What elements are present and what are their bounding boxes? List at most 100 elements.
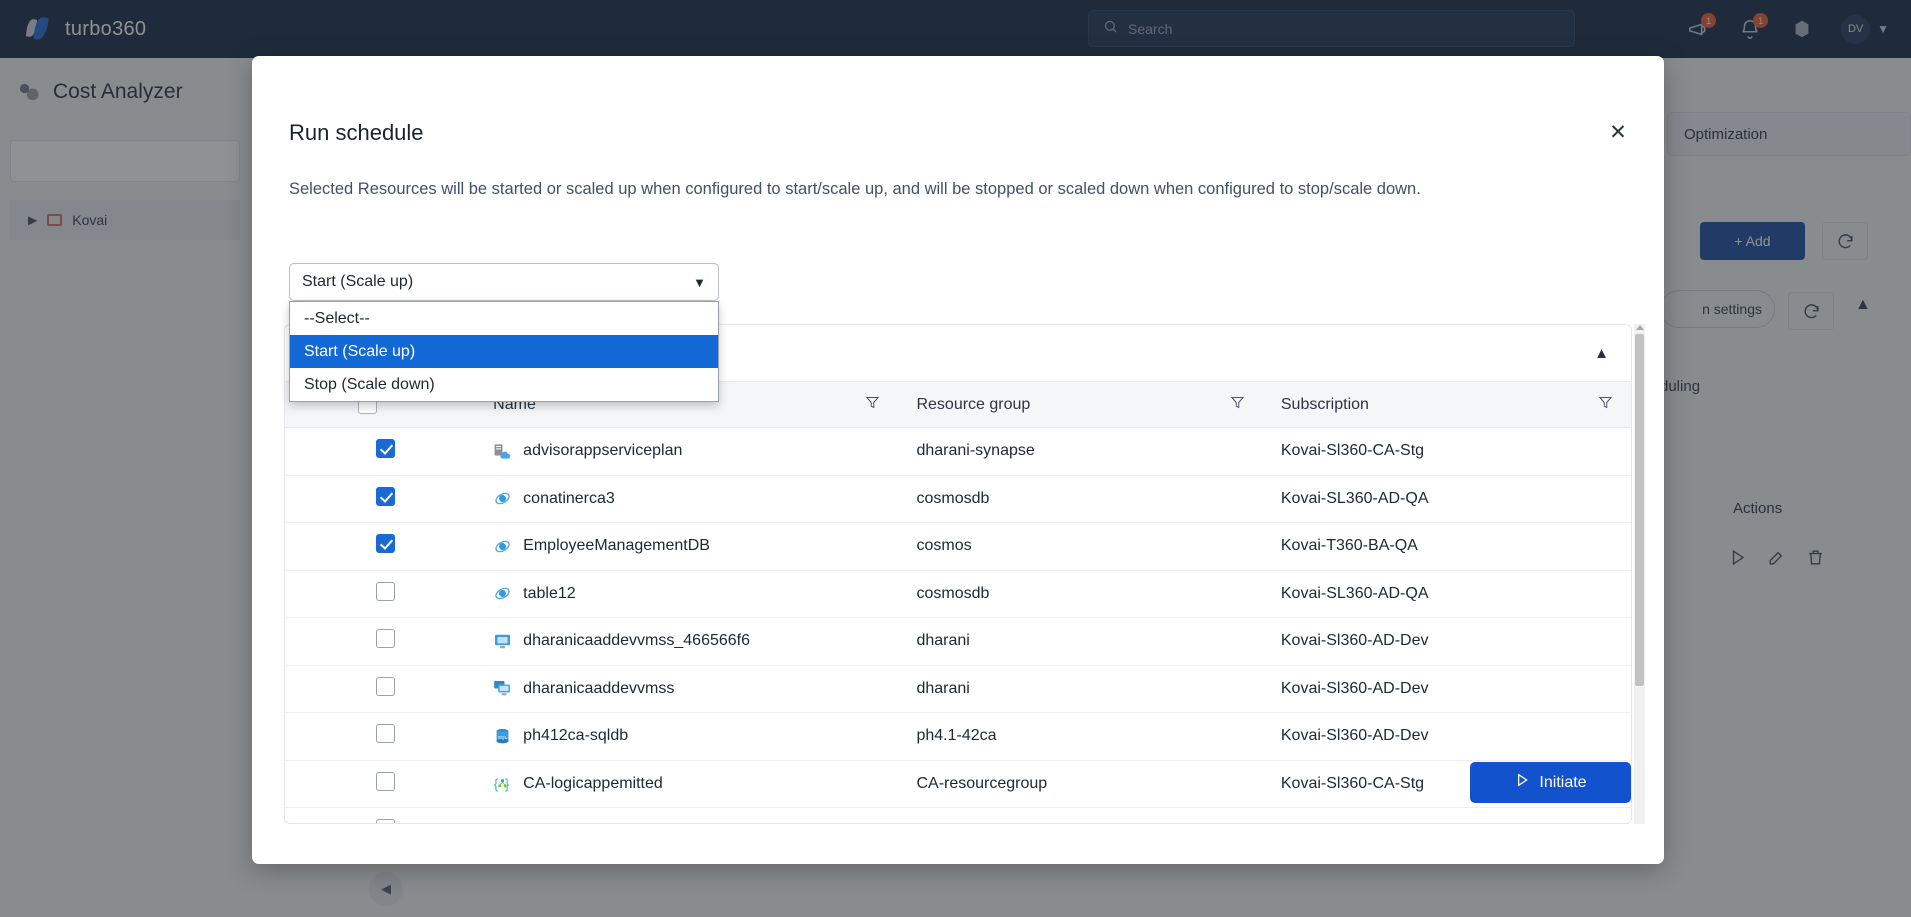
row-checkbox-cell xyxy=(285,617,476,666)
row-subscription-cell: Kovai-SL360-AD-QA xyxy=(1262,570,1631,618)
elastic-pool-icon xyxy=(493,822,512,823)
row-name-label: dharanicaaddevvmss_466566f6 xyxy=(523,632,750,650)
row-subscription-label: Kovai-SL360-AD-QA xyxy=(1280,489,1429,507)
row-resource-group-label: cosmosdb xyxy=(916,584,990,602)
row-subscription-cell: Kovai-Sl360-AD-Dev xyxy=(1262,665,1631,713)
schedule-action-select[interactable]: Start (Scale up) ▼ xyxy=(289,263,719,301)
row-name-cell: table12 xyxy=(475,570,899,618)
resources-scrollbar[interactable] xyxy=(1634,324,1645,824)
run-schedule-modal: Run schedule ✕ Selected Resources will b… xyxy=(252,56,1664,864)
row-resource-group-label: cosmos xyxy=(916,537,972,555)
row-checkbox[interactable] xyxy=(376,534,395,554)
svg-text:}: } xyxy=(505,777,510,792)
row-checkbox-cell xyxy=(285,570,476,618)
row-checkbox-cell xyxy=(285,712,476,761)
app-service-plan-icon xyxy=(493,442,512,461)
row-name-cell: SQL ph412ca-sqldb xyxy=(475,712,899,761)
row-resource-group-label: cosmosdb xyxy=(916,489,990,507)
row-resource-group-cell: cosmosdb xyxy=(898,475,1263,523)
row-checkbox[interactable] xyxy=(376,581,395,601)
table-row[interactable]: { } CA-logicappemitted CA-resourcegroup … xyxy=(285,760,1631,808)
row-checkbox-cell xyxy=(285,665,476,713)
table-row[interactable]: elasticpoolcaaa Elasticpool Kovai-SL360-… xyxy=(285,807,1631,823)
sql-database-icon: SQL xyxy=(493,727,512,746)
row-name-cell: advisorappserviceplan xyxy=(475,427,899,476)
option-select-placeholder[interactable]: --Select-- xyxy=(290,302,718,335)
modal-title: Run schedule xyxy=(289,120,424,145)
row-checkbox-cell xyxy=(285,427,476,476)
header-subscription: Subscription xyxy=(1262,381,1631,428)
schedule-action-value: Start (Scale up) xyxy=(302,273,414,290)
initiate-button-label: Initiate xyxy=(1539,773,1587,791)
row-resource-group-cell: CA-resourcegroup xyxy=(898,760,1263,808)
svg-text:SQL: SQL xyxy=(498,735,508,741)
filter-icon[interactable] xyxy=(865,395,880,415)
row-checkbox[interactable] xyxy=(376,676,395,696)
chevron-down-icon: ▼ xyxy=(693,274,706,290)
chevron-up-icon[interactable]: ▲ xyxy=(1594,345,1609,362)
row-resource-group-label: dharani xyxy=(916,679,970,697)
filter-icon[interactable] xyxy=(1230,395,1245,415)
row-resource-group-label: ph4.1-42ca xyxy=(916,727,997,745)
row-name-cell: EmployeeManagementDB xyxy=(475,522,899,571)
row-checkbox-cell xyxy=(285,807,476,823)
initiate-button[interactable]: Initiate xyxy=(1470,762,1631,803)
row-name-label: conatinerca3 xyxy=(523,489,615,507)
row-resource-group-cell: dharani-synapse xyxy=(898,427,1263,476)
schedule-action-options[interactable]: --Select-- Start (Scale up) Stop (Scale … xyxy=(289,301,719,402)
table-row[interactable]: dharanicaaddevvmss dharani Kovai-Sl360-A… xyxy=(285,665,1631,713)
option-stop-scale-down[interactable]: Stop (Scale down) xyxy=(290,368,718,401)
row-name-label: CA-logicappemitted xyxy=(523,774,663,792)
row-subscription-cell: Kovai-SL360-AD-QA xyxy=(1262,807,1631,823)
row-resource-group-cell: dharani xyxy=(898,665,1263,713)
row-name-label: EmployeeManagementDB xyxy=(523,537,710,555)
table-row[interactable]: advisorappserviceplan dharani-synapse Ko… xyxy=(285,427,1631,476)
table-row[interactable]: dharanicaaddevvmss_466566f6 dharani Kova… xyxy=(285,617,1631,666)
resources-table-body: advisorappserviceplan dharani-synapse Ko… xyxy=(285,427,1631,823)
row-checkbox[interactable] xyxy=(376,486,395,506)
option-start-scale-up[interactable]: Start (Scale up) xyxy=(290,335,718,368)
row-resource-group-cell: ph4.1-42ca xyxy=(898,712,1263,761)
row-name-cell: elasticpoolcaaa xyxy=(475,807,899,823)
row-resource-group-cell: cosmosdb xyxy=(898,570,1263,618)
row-checkbox[interactable] xyxy=(376,819,395,823)
row-checkbox-cell xyxy=(285,522,476,571)
row-resource-group-cell: dharani xyxy=(898,617,1263,666)
row-resource-group-label: Elasticpool xyxy=(916,822,993,823)
row-name-cell: dharanicaaddevvmss xyxy=(475,665,899,713)
cosmos-db-icon xyxy=(493,489,512,508)
table-row[interactable]: table12 cosmosdb Kovai-SL360-AD-QA xyxy=(285,570,1631,618)
row-subscription-label: Kovai-Sl360-AD-Dev xyxy=(1280,727,1429,745)
row-name-cell: { } CA-logicappemitted xyxy=(475,760,899,808)
row-checkbox[interactable] xyxy=(376,724,395,744)
row-name-label: ph412ca-sqldb xyxy=(523,727,629,745)
row-subscription-label: Kovai-Sl360-CA-Stg xyxy=(1280,442,1425,460)
row-subscription-label: Kovai-T360-BA-QA xyxy=(1280,537,1418,555)
row-resource-group-label: dharani-synapse xyxy=(916,442,1035,460)
close-icon[interactable]: ✕ xyxy=(1604,118,1632,146)
row-subscription-label: Kovai-Sl360-AD-Dev xyxy=(1280,679,1429,697)
row-name-label: elasticpoolcaaa xyxy=(523,822,633,823)
row-checkbox-cell xyxy=(285,760,476,808)
table-row[interactable]: conatinerca3 cosmosdb Kovai-SL360-AD-QA xyxy=(285,475,1631,523)
row-resource-group-cell: cosmos xyxy=(898,522,1263,571)
scrollbar-thumb[interactable] xyxy=(1635,334,1644,686)
header-resource-group-label: Resource group xyxy=(916,395,1031,413)
row-name-label: dharanicaaddevvmss xyxy=(523,679,675,697)
table-row[interactable]: EmployeeManagementDB cosmos Kovai-T360-B… xyxy=(285,522,1631,571)
modal-description: Selected Resources will be started or sc… xyxy=(289,180,1421,198)
filter-icon[interactable] xyxy=(1598,395,1613,415)
scroll-up-arrow-icon[interactable] xyxy=(1636,325,1644,330)
play-icon xyxy=(1514,772,1530,793)
row-resource-group-cell: Elasticpool xyxy=(898,807,1263,823)
header-resource-group: Resource group xyxy=(898,381,1263,428)
row-subscription-label: Kovai-SL360-AD-QA xyxy=(1281,822,1429,823)
row-checkbox[interactable] xyxy=(376,771,395,791)
row-subscription-label: Kovai-SL360-AD-QA xyxy=(1280,584,1429,602)
row-checkbox[interactable] xyxy=(376,439,395,459)
row-checkbox[interactable] xyxy=(376,629,395,649)
row-subscription-label: Kovai-Sl360-AD-Dev xyxy=(1280,632,1429,650)
table-row[interactable]: SQL ph412ca-sqldb ph4.1-42ca Kovai-Sl360… xyxy=(285,712,1631,761)
row-name-cell: dharanicaaddevvmss_466566f6 xyxy=(475,617,899,666)
row-resource-group-label: CA-resourcegroup xyxy=(916,774,1048,792)
